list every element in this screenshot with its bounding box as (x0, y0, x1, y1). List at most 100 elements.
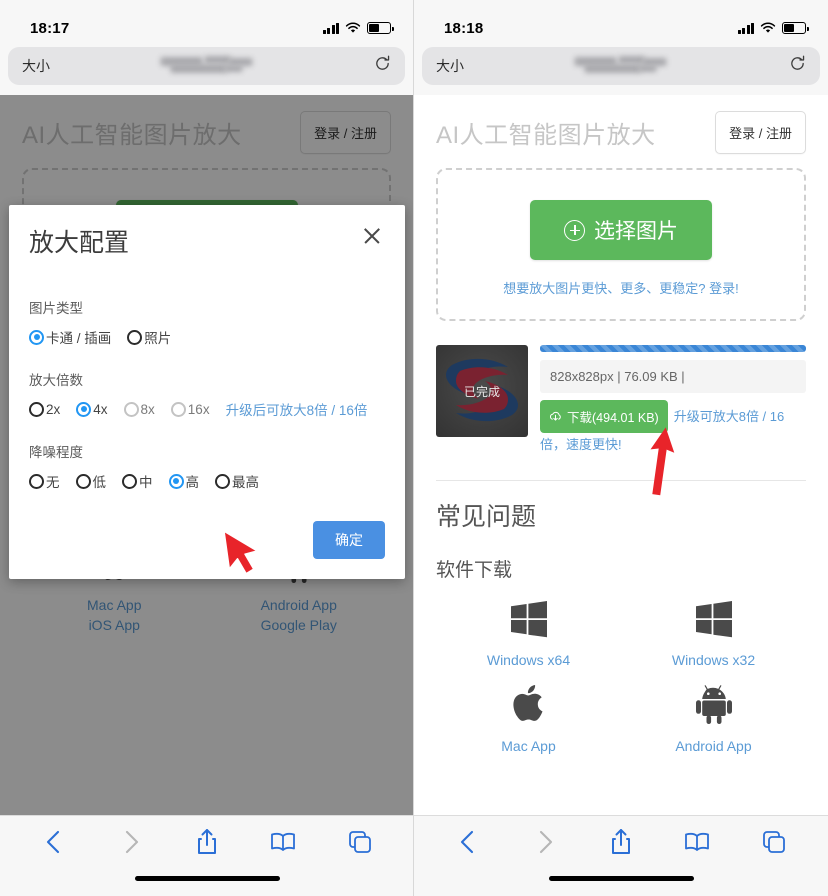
choose-image-label: 选择图片 (594, 220, 678, 243)
upload-result-row: 已完成 828x828px | 76.09 KB | 下载(494.01 KB)… (436, 339, 806, 472)
cellular-signal-icon (737, 22, 754, 34)
magnification-options: 2x 4x 8x 16x 升级后可放大8倍 / 16倍 (29, 399, 385, 419)
section-label-denoise: 降噪程度 (29, 445, 83, 460)
radio-indicator (127, 329, 143, 345)
login-register-button[interactable]: 登录 / 注册 (715, 111, 806, 154)
download-cell: Windows x64 (436, 592, 621, 674)
radio-option-photo[interactable]: 照片 (127, 327, 171, 347)
url-bar-container: 大小 (0, 44, 413, 95)
book-icon[interactable] (675, 820, 719, 864)
radio-option-8x[interactable]: 8x (123, 401, 155, 417)
windows-icon (695, 600, 732, 638)
url-bar-container: 大小 (414, 44, 828, 95)
radio-indicator (29, 401, 44, 417)
radio-label: 8x (140, 401, 155, 417)
address-bar-label: 大小 (22, 58, 50, 74)
reload-icon[interactable] (374, 55, 391, 77)
radio-indicator (215, 473, 230, 489)
radio-option-none[interactable]: 无 (29, 471, 60, 491)
radio-label: 卡通 / 插画 (46, 331, 112, 346)
share-icon[interactable] (185, 820, 229, 864)
plus-circle-icon (564, 219, 585, 241)
reload-icon[interactable] (789, 55, 806, 77)
safari-toolbar (0, 815, 413, 896)
radio-option-16x[interactable]: 16x (170, 401, 210, 417)
download-link[interactable]: Windows x64 (436, 650, 621, 670)
radio-label: 低 (92, 475, 107, 490)
status-indicators (737, 22, 809, 34)
file-meta-text: 828x828px | 76.09 KB | (540, 360, 806, 393)
magnify-settings-modal: 放大配置 图片类型 卡通 / 插画 照片 放大倍数 2x 4x 8x 16x 升… (9, 205, 405, 579)
section-label-image-type: 图片类型 (29, 301, 83, 316)
windows-icon (510, 600, 547, 638)
safari-toolbar (414, 815, 828, 896)
phone-screen-right: 18:18 大小 AI人工智能图片放大 登录 / 注册 选择图片 想要放大图片更… (414, 0, 828, 896)
denoise-options: 无 低 中 高 最高 (29, 471, 385, 491)
modal-footer: 确定 (29, 491, 385, 563)
radio-indicator (168, 473, 184, 489)
web-page-right: AI人工智能图片放大 登录 / 注册 选择图片 想要放大图片更快、更多、更稳定?… (414, 95, 828, 815)
modal-title: 放大配置 (29, 229, 130, 257)
radio-option-high[interactable]: 高 (168, 471, 200, 491)
radio-option-4x[interactable]: 4x (76, 401, 108, 417)
chevron-left-icon[interactable] (446, 820, 490, 864)
radio-indicator (29, 473, 44, 489)
image-type-options: 卡通 / 插画 照片 (29, 327, 385, 347)
wifi-icon (345, 22, 361, 34)
battery-icon (782, 22, 809, 34)
status-bar: 18:17 (0, 0, 413, 44)
result-thumbnail[interactable]: 已完成 (436, 345, 528, 437)
confirm-button[interactable]: 确定 (313, 521, 385, 559)
page-title: AI人工智能图片放大 (436, 122, 656, 149)
radio-label: 高 (185, 475, 200, 490)
app-header: AI人工智能图片放大 登录 / 注册 (436, 95, 806, 168)
radio-label: 照片 (144, 331, 172, 346)
upgrade-hint-link[interactable]: 升级后可放大8倍 / 16倍 (226, 399, 368, 419)
download-link[interactable]: Windows x32 (621, 650, 806, 670)
modal-header: 放大配置 (29, 223, 385, 259)
download-cell: Windows x32 (621, 592, 806, 674)
cloud-download-icon (550, 411, 561, 421)
address-bar[interactable]: 大小 (8, 47, 405, 85)
close-icon[interactable] (359, 223, 385, 249)
apple-icon (512, 684, 542, 721)
radio-option-medium[interactable]: 中 (122, 471, 153, 491)
address-bar[interactable]: 大小 (422, 47, 820, 85)
download-link[interactable]: Android App (621, 736, 806, 756)
file-info: 828x828px | 76.09 KB | 下载(494.01 KB) 升级可… (540, 345, 806, 458)
dropzone-login-note[interactable]: 想要放大图片更快、更多、更稳定? 登录! (448, 278, 794, 297)
book-icon[interactable] (261, 820, 305, 864)
dual-screenshot-comparison: 18:17 大小 AI人工智能图片放大 登录 / 注册 Mac App iOS … (0, 0, 828, 896)
radio-indicator (123, 401, 139, 417)
upload-dropzone[interactable]: 选择图片 想要放大图片更快、更多、更稳定? 登录! (436, 168, 806, 321)
radio-label: 无 (46, 475, 60, 490)
radio-label: 中 (139, 475, 153, 490)
tabs-icon[interactable] (752, 820, 796, 864)
section-label-magnification: 放大倍数 (29, 373, 83, 388)
address-bar-label: 大小 (436, 58, 464, 74)
status-time: 18:18 (444, 19, 484, 37)
file-actions: 下载(494.01 KB) 升级可放大8倍 / 16倍，速度更快! (540, 400, 806, 458)
cellular-signal-icon (322, 22, 339, 34)
choose-image-button[interactable]: 选择图片 (530, 200, 712, 260)
radio-label: 2x (46, 401, 61, 417)
download-link[interactable]: Mac App (436, 736, 621, 756)
chevron-right-icon (523, 820, 567, 864)
address-redacted (154, 56, 259, 75)
radio-option-low[interactable]: 低 (75, 471, 107, 491)
download-button[interactable]: 下载(494.01 KB) (540, 400, 668, 433)
software-download-title: 软件下载 (436, 559, 513, 581)
radio-option-2x[interactable]: 2x (29, 401, 61, 417)
radio-label: 4x (93, 401, 108, 417)
chevron-left-icon[interactable] (32, 820, 76, 864)
share-icon[interactable] (599, 820, 643, 864)
radio-option-cartoon[interactable]: 卡通 / 插画 (29, 327, 111, 347)
radio-option-highest[interactable]: 最高 (215, 471, 259, 491)
radio-indicator (170, 401, 186, 417)
download-button-label: 下载(494.01 KB) (567, 411, 659, 425)
chevron-right-icon (109, 820, 153, 864)
web-page-left: AI人工智能图片放大 登录 / 注册 选择图片 想要放大图片更快、更多、更稳定?… (0, 95, 413, 815)
status-indicators (322, 22, 394, 34)
tabs-icon[interactable] (338, 820, 382, 864)
wifi-icon (760, 22, 776, 34)
